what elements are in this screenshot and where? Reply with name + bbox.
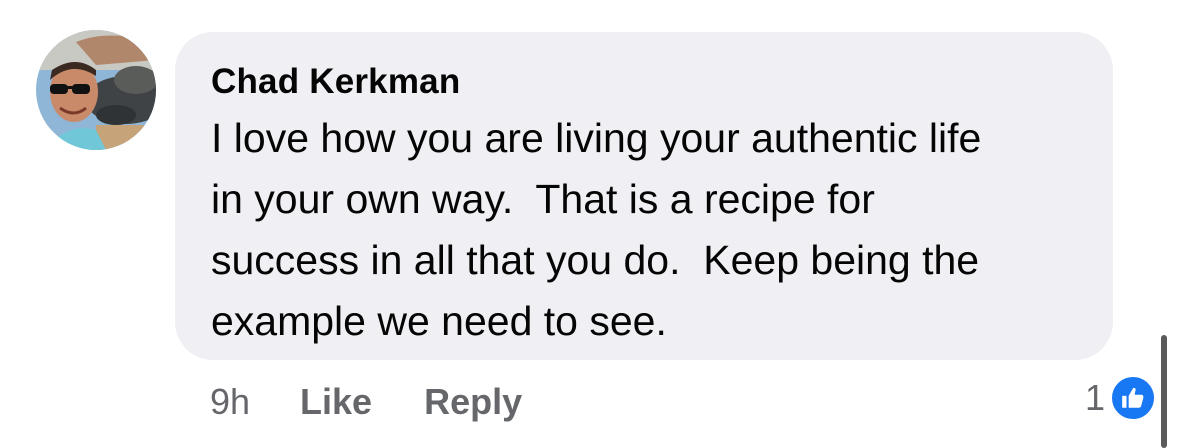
scrollbar[interactable] xyxy=(1161,335,1167,448)
reaction-count: 1 xyxy=(1084,377,1105,418)
avatar-photo xyxy=(36,30,156,150)
like-icon xyxy=(1109,374,1157,422)
comment-text: I love how you are living your authentic… xyxy=(211,115,982,344)
comment-timestamp[interactable]: 9h xyxy=(210,381,250,423)
comment-actions: 9h Like Reply xyxy=(210,378,574,426)
comment-bubble: Chad Kerkman I love how you are living y… xyxy=(175,32,1113,360)
reaction-summary[interactable]: 1 xyxy=(1085,372,1157,424)
thumbs-up-icon xyxy=(1122,387,1144,408)
comment: Chad Kerkman I love how you are living y… xyxy=(0,0,1179,448)
reply-button[interactable]: Reply xyxy=(424,381,522,423)
like-button[interactable]: Like xyxy=(300,381,372,423)
comment-author[interactable]: Chad Kerkman xyxy=(211,60,1077,104)
avatar[interactable] xyxy=(36,30,156,150)
